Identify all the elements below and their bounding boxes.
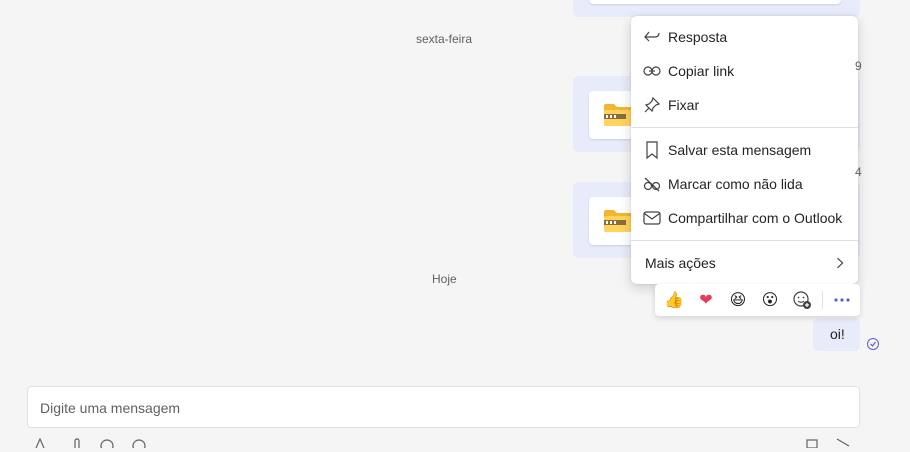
message-bubble-sent[interactable]: oi! [813, 318, 860, 351]
compose-toolbar [30, 438, 860, 452]
surprised-icon[interactable]: 😮 [760, 290, 780, 310]
message-context-menu: Resposta Copiar link Fixar Salvar esta m… [631, 16, 858, 284]
eye-off-icon [642, 174, 662, 194]
compose-placeholder: Digite uma mensagem [40, 400, 181, 416]
file-card[interactable] [589, 0, 841, 4]
compose-input[interactable]: Digite uma mensagem [27, 386, 860, 428]
gif-icon[interactable] [132, 438, 146, 448]
message-bubble[interactable] [573, 0, 860, 17]
reaction-divider [822, 291, 823, 309]
menu-item-share-outlook[interactable]: Compartilhar com o Outlook [631, 201, 858, 235]
reaction-bar: 👍 ❤ 😆 😮 [655, 284, 860, 316]
attach-icon[interactable] [72, 438, 82, 448]
chevron-right-icon [837, 257, 844, 269]
message-text: oi! [830, 326, 845, 342]
mail-icon [642, 208, 662, 228]
date-separator-friday: sexta-feira [416, 32, 473, 46]
menu-divider [631, 127, 858, 128]
menu-item-copy-link[interactable]: Copiar link [631, 54, 858, 88]
reply-icon [642, 27, 662, 47]
menu-item-pin[interactable]: Fixar [631, 88, 858, 122]
zip-folder-icon [604, 104, 632, 126]
more-tools-icon[interactable] [806, 438, 818, 448]
menu-item-mark-unread[interactable]: Marcar como não lida [631, 167, 858, 201]
delivered-check-icon [867, 338, 879, 350]
zip-folder-icon [604, 210, 632, 232]
menu-divider [631, 240, 858, 241]
format-icon[interactable] [34, 438, 46, 448]
menu-item-reply[interactable]: Resposta [631, 20, 858, 54]
pin-icon [642, 95, 662, 115]
more-options-icon[interactable] [832, 290, 852, 310]
send-icon[interactable] [836, 438, 850, 448]
add-reaction-icon[interactable] [792, 290, 812, 310]
timestamp-fragment: 9 [855, 59, 862, 73]
heart-icon[interactable]: ❤ [696, 290, 716, 310]
laugh-icon[interactable]: 😆 [728, 290, 748, 310]
link-icon [642, 61, 662, 81]
thumbs-up-icon[interactable]: 👍 [664, 290, 684, 310]
emoji-icon[interactable] [100, 438, 114, 448]
menu-item-save[interactable]: Salvar esta mensagem [631, 133, 858, 167]
date-separator-today: Hoje [432, 272, 457, 286]
bookmark-icon [642, 140, 662, 160]
timestamp-fragment: 4 [855, 165, 862, 179]
menu-item-more-actions[interactable]: Mais ações [631, 246, 858, 280]
